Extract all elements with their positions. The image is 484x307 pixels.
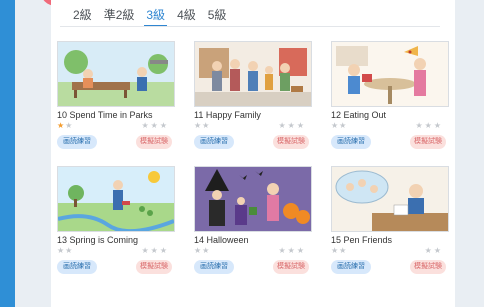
star-icon: ★ xyxy=(150,246,160,255)
lesson-thumbnail[interactable] xyxy=(194,166,312,232)
star-icon: ★ xyxy=(194,246,203,255)
star-icon: ★ xyxy=(433,246,443,255)
rating-stars: ★★ ★★★ xyxy=(194,246,312,256)
tab-grade-4[interactable]: 4級 xyxy=(171,7,202,27)
mock-exam-button[interactable]: 模擬試験 xyxy=(410,135,446,149)
rating-stars: ★★ ★★★ xyxy=(57,121,175,131)
lesson-card[interactable]: 12 Eating Out ★★ ★★★ 画読練習 模擬試験 xyxy=(331,41,449,161)
grade-tabs: 2級 準2級 3級 4級 5級 xyxy=(67,7,232,27)
lesson-title: 12 Eating Out xyxy=(331,110,387,120)
lesson-title: 10 Spend Time in Parks xyxy=(57,110,153,120)
star-icon: ★ xyxy=(278,121,288,130)
star-icon: ★ xyxy=(159,121,169,130)
lesson-title: 11 Happy Family xyxy=(194,110,261,120)
rating-stars: ★★ ★★★ xyxy=(57,246,175,256)
tab-grade-pre2[interactable]: 準2級 xyxy=(98,7,141,27)
star-icon: ★ xyxy=(65,246,74,255)
tabs-divider xyxy=(60,26,440,27)
star-icon: ★ xyxy=(141,246,151,255)
rating-stars: ★★ ★★★ xyxy=(194,121,312,131)
star-icon: ★ xyxy=(331,121,340,130)
tab-grade-2[interactable]: 2級 xyxy=(67,7,98,27)
star-icon: ★ xyxy=(159,246,169,255)
star-icon: ★ xyxy=(424,121,434,130)
star-icon: ★ xyxy=(415,121,425,130)
star-icon: ★ xyxy=(433,121,443,130)
star-icon: ★ xyxy=(65,121,74,130)
star-icon: ★ xyxy=(339,246,348,255)
star-icon: ★ xyxy=(296,121,306,130)
lesson-title: 15 Pen Friends xyxy=(331,235,393,245)
mock-exam-button[interactable]: 模擬試験 xyxy=(136,260,172,274)
lesson-card[interactable]: 11 Happy Family ★★ ★★★ 画読練習 模擬試験 xyxy=(194,41,312,161)
left-sidebar-strip xyxy=(0,0,15,307)
lesson-card[interactable]: 13 Spring is Coming ★★ ★★★ 画読練習 模擬試験 xyxy=(57,166,175,286)
star-icon: ★ xyxy=(287,246,297,255)
lesson-thumbnail[interactable] xyxy=(331,166,449,232)
mock-exam-button[interactable]: 模擬試験 xyxy=(273,260,309,274)
tab-grade-5[interactable]: 5級 xyxy=(202,7,233,27)
star-icon: ★ xyxy=(57,121,66,130)
lesson-thumbnail[interactable] xyxy=(194,41,312,107)
star-icon: ★ xyxy=(202,246,211,255)
mock-exam-button[interactable]: 模擬試験 xyxy=(410,260,446,274)
lesson-title: 14 Halloween xyxy=(194,235,249,245)
lesson-card[interactable]: 10 Spend Time in Parks ★★ ★★★ 画読練習 模擬試験 xyxy=(57,41,175,161)
lesson-title: 13 Spring is Coming xyxy=(57,235,139,245)
practice-button[interactable]: 画読練習 xyxy=(194,135,234,149)
tab-grade-3[interactable]: 3級 xyxy=(140,7,171,27)
star-icon: ★ xyxy=(287,121,297,130)
lesson-thumbnail[interactable] xyxy=(331,41,449,107)
star-icon: ★ xyxy=(331,246,340,255)
mock-exam-button[interactable]: 模擬試験 xyxy=(136,135,172,149)
practice-button[interactable]: 画読練習 xyxy=(331,260,371,274)
lesson-card[interactable]: 14 Halloween ★★ ★★★ 画読練習 模擬試験 xyxy=(194,166,312,286)
star-icon: ★ xyxy=(424,246,434,255)
star-icon: ★ xyxy=(339,121,348,130)
practice-button[interactable]: 画読練習 xyxy=(57,260,97,274)
practice-button[interactable]: 画読練習 xyxy=(194,260,234,274)
star-icon: ★ xyxy=(150,121,160,130)
star-icon: ★ xyxy=(141,121,151,130)
rating-stars: ★★ ★★ xyxy=(331,246,449,256)
star-icon: ★ xyxy=(202,121,211,130)
star-icon: ★ xyxy=(296,246,306,255)
mock-exam-button[interactable]: 模擬試験 xyxy=(273,135,309,149)
rating-stars: ★★ ★★★ xyxy=(331,121,449,131)
star-icon: ★ xyxy=(194,121,203,130)
star-icon: ★ xyxy=(57,246,66,255)
lesson-thumbnail[interactable] xyxy=(57,41,175,107)
practice-button[interactable]: 画読練習 xyxy=(57,135,97,149)
lesson-thumbnail[interactable] xyxy=(57,166,175,232)
practice-button[interactable]: 画読練習 xyxy=(331,135,371,149)
star-icon: ★ xyxy=(278,246,288,255)
lesson-card[interactable]: 15 Pen Friends ★★ ★★ 画読練習 模擬試験 xyxy=(331,166,449,286)
